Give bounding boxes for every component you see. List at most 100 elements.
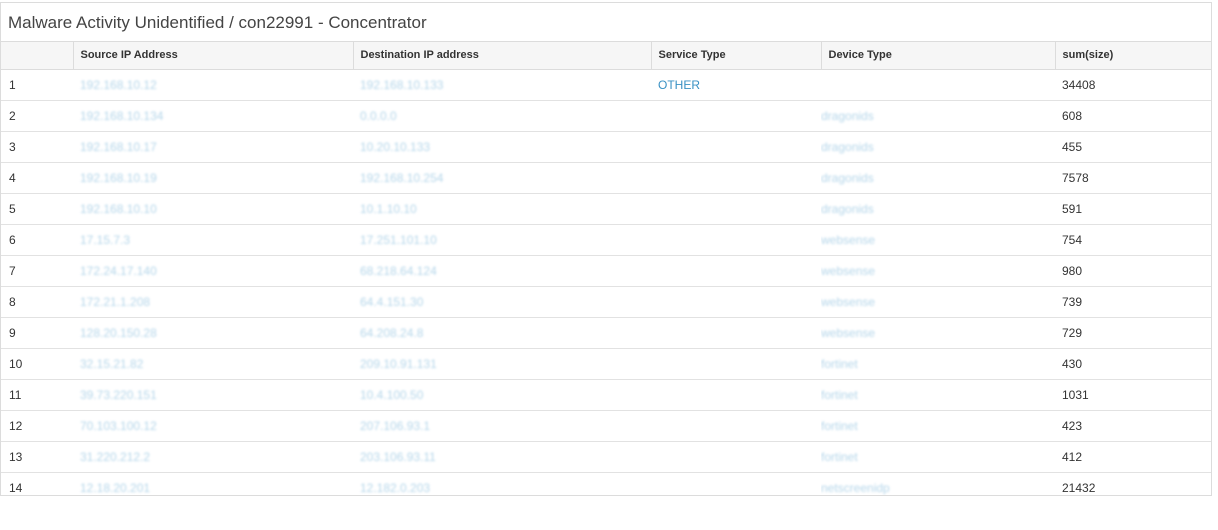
source-ip-wrapper: 70.103.100.12 [80, 418, 187, 433]
service-type-cell: OTHER [651, 69, 821, 101]
sum-size-cell: 34408 [1055, 69, 1211, 101]
device-type-cell: fortinet [821, 441, 1055, 473]
source-ip-link[interactable]: 17.15.7.3 [80, 233, 130, 247]
source-ip-link[interactable]: 31.220.212.2 [80, 450, 150, 464]
column-header-source-ip[interactable]: Source IP Address [73, 42, 354, 70]
column-header-device-type[interactable]: Device Type [821, 42, 1056, 70]
column-header-sum-size[interactable]: sum(size) [1055, 42, 1211, 70]
table-row[interactable]: 9 128.20.150.28 64.208.24.8 websense 729 [1, 317, 1211, 349]
source-ip-link[interactable]: 172.21.1.208 [80, 295, 150, 309]
source-ip-cell: 192.168.10.17 [73, 131, 353, 163]
device-type-link[interactable]: dragonids [821, 140, 874, 154]
device-type-cell [821, 69, 1055, 101]
row-index: 11 [1, 379, 73, 411]
table-row[interactable]: 5 192.168.10.10 10.1.10.10 dragonids 591 [1, 193, 1211, 225]
source-ip-cell: 12.18.20.201 [73, 472, 353, 495]
device-type-wrapper: netscreenidp [821, 480, 920, 495]
destination-ip-link[interactable]: 10.1.10.10 [360, 202, 417, 216]
device-type-link[interactable]: dragonids [821, 171, 874, 185]
destination-ip-link[interactable]: 0.0.0.0 [360, 109, 397, 123]
device-type-cell: fortinet [821, 410, 1055, 442]
source-ip-link[interactable]: 172.24.17.140 [80, 264, 157, 278]
row-index: 5 [1, 193, 73, 225]
device-type-link[interactable]: websense [821, 264, 875, 278]
destination-ip-link[interactable]: 68.218.64.124 [360, 264, 437, 278]
table-row[interactable]: 14 12.18.20.201 12.182.0.203 netscreenidp 21… [1, 472, 1211, 495]
destination-ip-wrapper: 192.168.10.254 [360, 170, 474, 185]
device-type-cell: websense [821, 224, 1055, 256]
table-row[interactable]: 11 39.73.220.151 10.4.100.50 fortinet 1031 [1, 379, 1211, 411]
destination-ip-link[interactable]: 207.106.93.1 [360, 419, 430, 433]
table-row[interactable]: 13 31.220.212.2 203.106.93.11 fortinet 412 [1, 441, 1211, 473]
source-ip-link[interactable]: 192.168.10.134 [80, 109, 163, 123]
source-ip-link[interactable]: 70.103.100.12 [80, 419, 157, 433]
destination-ip-link[interactable]: 209.10.91.131 [360, 357, 437, 371]
device-type-link[interactable]: fortinet [821, 357, 858, 371]
device-type-link[interactable]: fortinet [821, 388, 858, 402]
source-ip-link[interactable]: 192.168.10.12 [80, 78, 157, 92]
destination-ip-link[interactable]: 17.251.101.10 [360, 233, 437, 247]
device-type-link[interactable]: fortinet [821, 419, 858, 433]
table-row[interactable]: 8 172.21.1.208 64.4.151.30 websense 739 [1, 286, 1211, 318]
source-ip-cell: 70.103.100.12 [73, 410, 353, 442]
table-row[interactable]: 2 192.168.10.134 0.0.0.0 dragonids 608 [1, 100, 1211, 132]
destination-ip-link[interactable]: 192.168.10.133 [360, 78, 443, 92]
source-ip-link[interactable]: 12.18.20.201 [80, 481, 150, 495]
source-ip-link[interactable]: 32.15.21.82 [80, 357, 143, 371]
device-type-cell: websense [821, 255, 1055, 287]
destination-ip-cell: 17.251.101.10 [353, 224, 651, 256]
destination-ip-wrapper: 203.106.93.11 [360, 449, 466, 464]
device-type-link[interactable]: fortinet [821, 450, 858, 464]
destination-ip-link[interactable]: 64.208.24.8 [360, 326, 423, 340]
destination-ip-cell: 192.168.10.254 [353, 162, 651, 194]
sum-size-cell: 729 [1055, 317, 1211, 349]
table-row[interactable]: 7 172.24.17.140 68.218.64.124 websense 980 [1, 255, 1211, 287]
source-ip-link[interactable]: 39.73.220.151 [80, 388, 157, 402]
report-panel: Malware Activity Unidentified / con22991… [0, 2, 1212, 496]
service-type-link[interactable]: OTHER [658, 78, 700, 92]
sum-size-cell: 739 [1055, 286, 1211, 318]
sum-size-cell: 423 [1055, 410, 1211, 442]
source-ip-link[interactable]: 192.168.10.17 [80, 140, 157, 154]
destination-ip-link[interactable]: 10.20.10.133 [360, 140, 430, 154]
table-row[interactable]: 3 192.168.10.17 10.20.10.133 dragonids 455 [1, 131, 1211, 163]
destination-ip-link[interactable]: 203.106.93.11 [360, 450, 436, 464]
device-type-link[interactable]: websense [821, 326, 875, 340]
service-type-cell [651, 317, 821, 349]
table-row[interactable]: 4 192.168.10.19 192.168.10.254 dragonids 757… [1, 162, 1211, 194]
destination-ip-link[interactable]: 64.4.151.30 [360, 295, 423, 309]
destination-ip-cell: 192.168.10.133 [353, 69, 651, 101]
column-header-destination-ip[interactable]: Destination IP address [353, 42, 652, 70]
table-row[interactable]: 6 17.15.7.3 17.251.101.10 websense 754 [1, 224, 1211, 256]
table-row[interactable]: 1 192.168.10.12 192.168.10.133 OTHER 34408 [1, 69, 1211, 101]
service-type-cell [651, 286, 821, 318]
table-row[interactable]: 12 70.103.100.12 207.106.93.1 fortinet 423 [1, 410, 1211, 442]
device-type-link[interactable]: netscreenidp [821, 481, 890, 495]
service-type-cell [651, 379, 821, 411]
source-ip-cell: 39.73.220.151 [73, 379, 353, 411]
source-ip-link[interactable]: 192.168.10.19 [80, 171, 157, 185]
device-type-wrapper: dragonids [821, 170, 904, 185]
device-type-wrapper [821, 77, 851, 92]
table-row[interactable]: 10 32.15.21.82 209.10.91.131 fortinet 430 [1, 348, 1211, 380]
device-type-cell: dragonids [821, 193, 1055, 225]
destination-ip-wrapper: 10.1.10.10 [360, 201, 447, 216]
service-type-cell [651, 162, 821, 194]
row-index: 3 [1, 131, 73, 163]
destination-ip-wrapper: 68.218.64.124 [360, 263, 467, 278]
destination-ip-link[interactable]: 10.4.100.50 [360, 388, 423, 402]
column-header-service-type[interactable]: Service Type [651, 42, 822, 70]
device-type-link[interactable]: websense [821, 295, 875, 309]
source-ip-cell: 128.20.150.28 [73, 317, 353, 349]
row-index: 14 [1, 472, 73, 495]
device-type-link[interactable]: dragonids [821, 202, 874, 216]
device-type-link[interactable]: dragonids [821, 109, 874, 123]
column-header-index[interactable] [1, 42, 74, 70]
destination-ip-cell: 10.20.10.133 [353, 131, 651, 163]
sum-size-cell: 980 [1055, 255, 1211, 287]
source-ip-link[interactable]: 192.168.10.10 [80, 202, 157, 216]
source-ip-link[interactable]: 128.20.150.28 [80, 326, 157, 340]
destination-ip-link[interactable]: 12.182.0.203 [360, 481, 430, 495]
device-type-link[interactable]: websense [821, 233, 875, 247]
destination-ip-link[interactable]: 192.168.10.254 [360, 171, 443, 185]
